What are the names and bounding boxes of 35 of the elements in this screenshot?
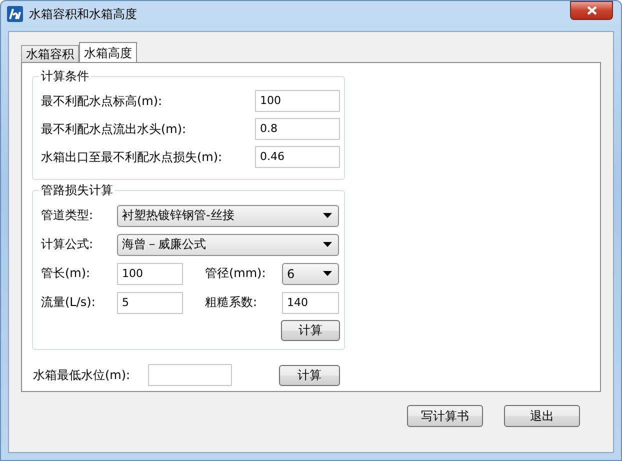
field-label: 最不利配水点流出水头(m): [41,120,188,138]
input-field[interactable]: 140 [282,292,339,314]
window-title: 水箱容积和水箱高度 [29,6,137,23]
dropdown[interactable]: 海曾－威廉公式 [117,234,339,256]
dropdown[interactable]: 6 [282,262,339,284]
group-title: 管路损失计算 [39,183,115,198]
tab[interactable]: 水箱高度 [79,42,137,62]
field-label: 管长(m): [41,265,92,282]
group-title: 计算条件 [39,69,91,84]
field-label: 管径(mm): [204,265,267,282]
input-field[interactable]: 0.46 [255,146,340,168]
caret-icon [323,271,332,276]
field-label: 粗糙系数: [204,294,258,311]
dialog-button[interactable]: 写计算书 [407,405,483,427]
input-field[interactable]: 100 [255,90,340,112]
input-field[interactable]: 100 [117,262,183,284]
caret-icon [323,213,332,218]
caret-icon [323,242,332,247]
dialog-button[interactable]: 退出 [504,405,580,427]
dropdown[interactable]: 衬塑热镀锌钢管-丝接 [117,204,339,226]
input-field[interactable]: 5 [117,292,183,314]
field-label: 水箱出口至最不利配水点损失(m): [41,148,224,166]
field-label: 管道类型: [41,207,94,224]
input-field[interactable] [148,364,232,386]
calculate-button[interactable]: 计算 [281,320,340,340]
close-button[interactable] [570,1,613,20]
close-icon [586,6,596,15]
calculate-button[interactable]: 计算 [279,364,340,386]
field-label: 流量(L/s): [41,294,96,311]
field-label: 计算公式: [41,236,94,253]
input-field[interactable]: 0.8 [255,118,340,140]
app-icon [7,6,23,22]
field-label: 最不利配水点标高(m): [41,92,164,110]
tab[interactable]: 水箱容积 [21,45,79,62]
field-label: 水箱最低水位(m): [33,366,132,384]
